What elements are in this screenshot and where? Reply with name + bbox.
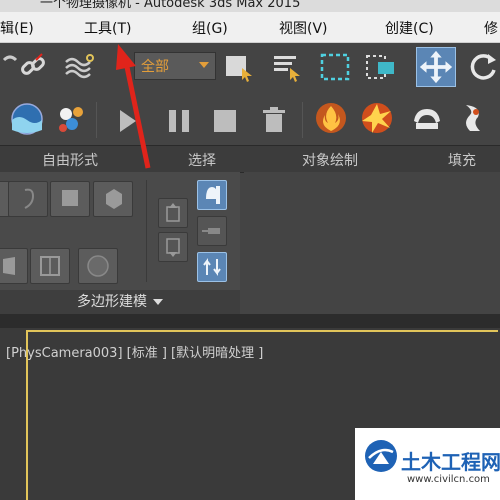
- window-crossing-icon[interactable]: [364, 50, 398, 84]
- ribbon-button[interactable]: [50, 181, 90, 217]
- window-title: 一个物理摄像机 - Autodesk 3ds Max 2015: [40, 0, 301, 11]
- bind-spacewarp-icon[interactable]: [62, 50, 96, 84]
- menu-create[interactable]: 创建(C): [385, 18, 434, 38]
- play-icon[interactable]: [110, 104, 144, 138]
- tab-freeform[interactable]: 自由形式: [42, 150, 98, 170]
- shell-icon: [3, 257, 15, 275]
- move-icon[interactable]: [416, 47, 456, 87]
- sphere-icon: [87, 255, 109, 277]
- chevron-down-icon: [153, 299, 163, 305]
- environment-icon[interactable]: [10, 102, 44, 136]
- ribbon-button[interactable]: [93, 181, 133, 217]
- select-object-icon[interactable]: [222, 50, 256, 84]
- menu-views[interactable]: 视图(V): [279, 18, 328, 38]
- liquid-icon[interactable]: [456, 101, 490, 135]
- stop-icon[interactable]: [208, 104, 242, 138]
- show-end-result-icon[interactable]: [197, 180, 227, 210]
- watermark-title: 土木工程网: [401, 450, 500, 474]
- toolbar-separator: [96, 102, 97, 138]
- ribbon-empty-area: [244, 172, 500, 314]
- lasso-icon: [24, 188, 35, 209]
- link-icon[interactable]: [16, 50, 50, 84]
- fire-effect-icon[interactable]: [314, 101, 348, 135]
- rotate-icon[interactable]: [466, 50, 500, 84]
- menu-tools[interactable]: 工具(T): [84, 18, 131, 38]
- tab-object-paint[interactable]: 对象绘制: [302, 150, 358, 170]
- civilcn-logo-icon: [365, 440, 397, 472]
- panel-title-text: 多边形建模: [77, 294, 147, 310]
- selection-filter-value: 全部: [141, 59, 169, 75]
- ribbon-button[interactable]: [8, 181, 48, 217]
- square-icon: [62, 190, 78, 206]
- menu-edit[interactable]: 辑(E): [0, 18, 34, 38]
- ribbon-button[interactable]: [78, 248, 118, 284]
- explosion-effect-icon[interactable]: [360, 101, 394, 135]
- panel-gap: [0, 314, 500, 328]
- menu-group[interactable]: 组(G): [192, 18, 228, 38]
- menu-modifiers[interactable]: 修: [484, 18, 498, 38]
- toolbar-separator: [302, 102, 303, 138]
- tab-populate[interactable]: 填充: [448, 150, 476, 170]
- rectangular-selection-icon[interactable]: [318, 50, 352, 84]
- watermark: 土木工程网 www.civilcn.com: [355, 428, 500, 500]
- cube-icon: [106, 189, 122, 209]
- selection-filter-dropdown[interactable]: 全部: [134, 52, 216, 80]
- watermark-url: www.civilcn.com: [407, 474, 490, 485]
- ribbon-tab-bar: 自由形式 选择 对象绘制 填充: [0, 145, 500, 173]
- panel-divider: [146, 180, 147, 282]
- ribbon-button[interactable]: [30, 248, 70, 284]
- select-by-name-icon[interactable]: [270, 50, 304, 84]
- move-down-icon[interactable]: [158, 232, 188, 262]
- viewport-label[interactable]: [PhysCamera003] [标准 ] [默认明暗处理 ]: [6, 342, 263, 361]
- ribbon-button[interactable]: [0, 248, 28, 284]
- box-cage-icon: [40, 256, 60, 276]
- tab-selection[interactable]: 选择: [188, 150, 216, 170]
- trash-icon[interactable]: [257, 104, 291, 138]
- panel-title-polygon-modeling[interactable]: 多边形建模: [0, 290, 240, 314]
- move-up-icon[interactable]: [158, 198, 188, 228]
- make-unique-icon[interactable]: [197, 252, 227, 282]
- pin-stack-icon[interactable]: [197, 216, 227, 246]
- material-editor-icon[interactable]: [54, 102, 88, 136]
- menu-bar: 辑(E) 工具(T) 组(G) 视图(V) 创建(C) 修: [0, 12, 500, 43]
- window-titlebar: 一个物理摄像机 - Autodesk 3ds Max 2015: [0, 0, 500, 12]
- fluid-object-icon[interactable]: [410, 101, 444, 135]
- pause-icon[interactable]: [162, 104, 196, 138]
- chevron-down-icon: [199, 62, 209, 68]
